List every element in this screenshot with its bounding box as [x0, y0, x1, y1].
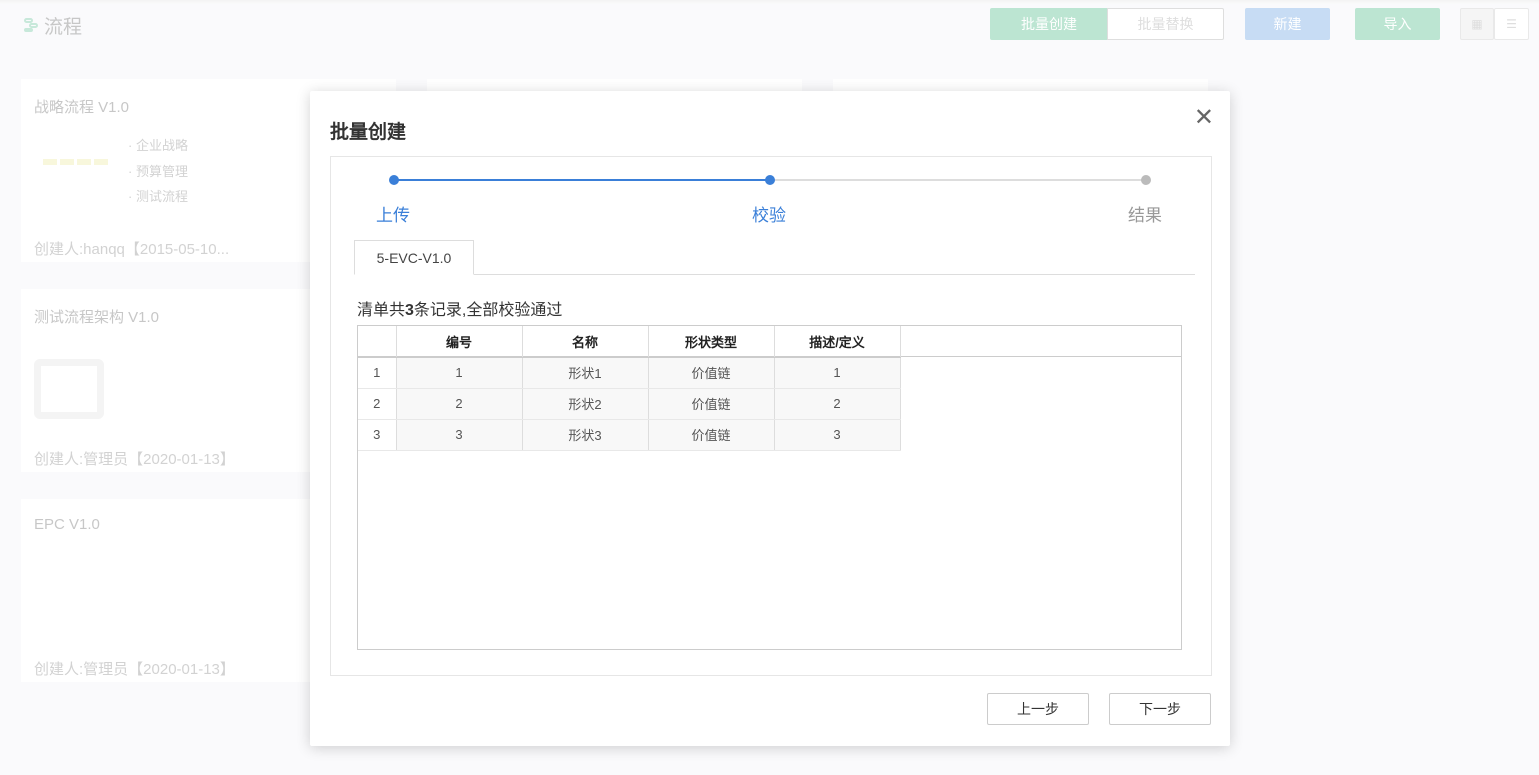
validation-summary: 清单共3条记录,全部校验通过: [357, 296, 562, 320]
summary-text: 条记录,全部校验通过: [413, 302, 563, 319]
step-result: 结果: [1128, 206, 1162, 225]
col-header-index: [358, 326, 397, 358]
step-line-pending: [770, 179, 1146, 181]
cell: 形状3: [522, 419, 649, 451]
cell: 价值链: [648, 419, 775, 451]
batch-create-dialog: 批量创建 ✕ 上传 校验 结果 5-EVC-V1.0 清单共3条记录,全部校验通…: [310, 91, 1230, 746]
next-step-button[interactable]: 下一步: [1109, 693, 1211, 725]
step-validate: 校验: [752, 206, 786, 225]
tab-sheet[interactable]: 5-EVC-V1.0: [354, 240, 474, 275]
cell: 3: [774, 419, 901, 451]
dialog-body: 上传 校验 结果 5-EVC-V1.0 清单共3条记录,全部校验通过 编号 名称…: [330, 156, 1212, 676]
prev-step-button[interactable]: 上一步: [987, 693, 1089, 725]
cell: 形状2: [522, 388, 649, 420]
dialog-title: 批量创建: [330, 122, 407, 143]
tab-divider: [354, 274, 1195, 275]
step-dot: [765, 175, 775, 185]
step-upload: 上传: [376, 206, 410, 225]
step-dot: [1141, 175, 1151, 185]
records-table: 编号 名称 形状类型 描述/定义 1 1 形状1 价值链 1 2 2 形状2 价值链 2 33形…: [357, 325, 1182, 650]
col-header-description: 描述/定义: [774, 326, 901, 358]
step-line-done: [394, 179, 770, 181]
cell: 1: [358, 357, 397, 389]
col-header-number: 编号: [396, 326, 523, 358]
cell: 1: [774, 357, 901, 389]
cell: 3: [396, 419, 523, 451]
summary-text: 清单共: [357, 302, 406, 319]
cell: 2: [774, 388, 901, 420]
cell: 价值链: [648, 388, 775, 420]
table-row[interactable]: 2 2 形状2 价值链 2: [358, 388, 901, 420]
close-icon[interactable]: ✕: [1194, 103, 1214, 132]
cell: 2: [358, 388, 397, 420]
table-row[interactable]: 1 1 形状1 价值链 1: [358, 357, 901, 389]
table-row[interactable]: 3 3 形状3 价值链 3: [358, 419, 901, 451]
cell: 3: [358, 419, 397, 451]
col-header-shape-type: 形状类型: [648, 326, 775, 358]
cell: 形状1: [522, 357, 649, 389]
record-count: 3: [405, 302, 414, 319]
step-dot: [389, 175, 399, 185]
cell: 1: [396, 357, 523, 389]
cell: 2: [396, 388, 523, 420]
cell: 价值链: [648, 357, 775, 389]
col-header-name: 名称: [522, 326, 649, 358]
